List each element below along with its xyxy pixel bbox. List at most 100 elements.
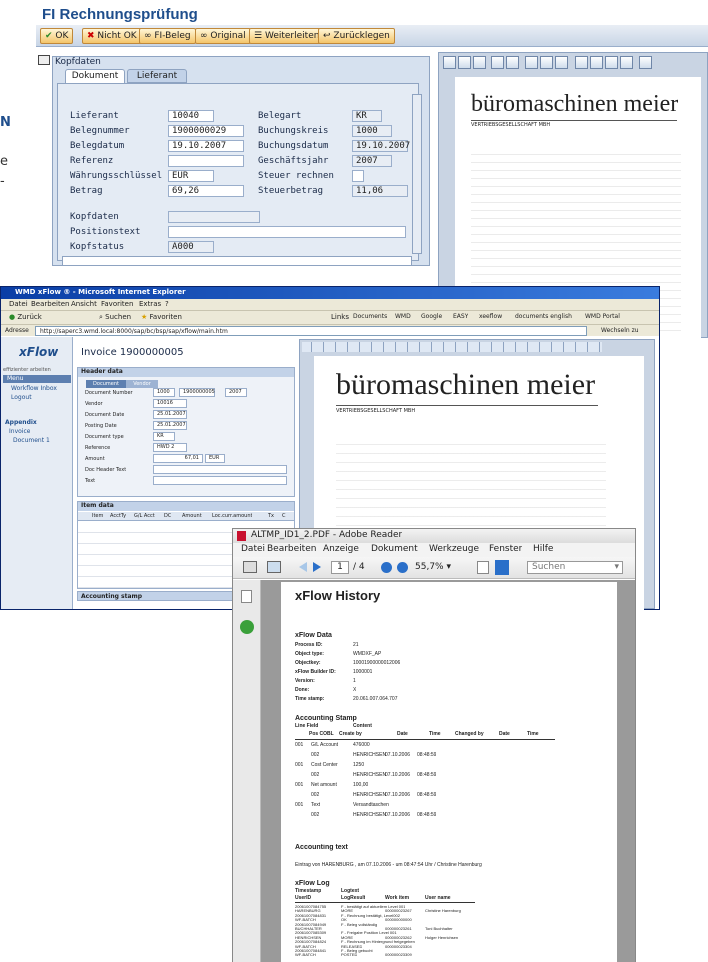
back-button[interactable]: ● Zurück bbox=[9, 313, 42, 321]
amount-field[interactable]: 67,01 bbox=[153, 454, 203, 463]
vertical-scrollbar[interactable] bbox=[412, 94, 422, 254]
page2-icon[interactable] bbox=[540, 56, 553, 69]
link-documents-english[interactable]: documents english bbox=[515, 313, 572, 320]
tab-lieferant[interactable]: Lieferant bbox=[127, 69, 187, 83]
text-field[interactable] bbox=[153, 476, 287, 485]
menu-bearbeiten[interactable]: Bearbeiten bbox=[31, 300, 69, 308]
save-icon[interactable] bbox=[458, 56, 471, 69]
pages-icon[interactable] bbox=[241, 590, 252, 603]
document-type-field[interactable]: KR bbox=[153, 432, 175, 441]
kopfstatus-field[interactable]: A000 bbox=[168, 241, 214, 253]
fit-page-icon[interactable] bbox=[477, 561, 489, 574]
appendix-invoice[interactable]: Invoice bbox=[9, 428, 30, 435]
ok-button[interactable]: ✔ OK bbox=[40, 28, 74, 44]
link-wmd[interactable]: WMD bbox=[395, 313, 411, 320]
favorites-button[interactable]: ★ Favoriten bbox=[141, 313, 182, 321]
menu-favoriten[interactable]: Favoriten bbox=[101, 300, 133, 308]
reference-field[interactable]: HWD 2 bbox=[153, 443, 187, 452]
reader-menu-anzeige[interactable]: Anzeige bbox=[323, 544, 359, 554]
menu-workflow-inbox[interactable]: Workflow Inbox bbox=[11, 385, 57, 392]
menu-extras[interactable]: Extras bbox=[139, 300, 161, 308]
company-code-field[interactable]: 1000 bbox=[153, 388, 175, 397]
hand-icon[interactable] bbox=[506, 56, 519, 69]
reader-menu-dokument[interactable]: Dokument bbox=[371, 544, 418, 554]
doc-number-field[interactable]: 1900000005 bbox=[179, 388, 215, 397]
invoice-title: Invoice 1900000005 bbox=[81, 347, 184, 358]
belegart-field[interactable]: KR bbox=[352, 110, 382, 122]
currency-field[interactable]: EUR bbox=[205, 454, 225, 463]
tab-vendor[interactable]: Vendor bbox=[126, 380, 158, 388]
betrag-field[interactable]: 69,26 bbox=[168, 185, 244, 197]
fi-beleg-button[interactable]: ∞ FI-Beleg bbox=[139, 28, 196, 44]
link-wmd-portal[interactable]: WMD Portal bbox=[585, 313, 620, 320]
page-number-input[interactable]: 1 bbox=[331, 561, 349, 574]
help-icon[interactable] bbox=[240, 620, 254, 634]
first-page-icon[interactable] bbox=[575, 56, 588, 69]
posting-date-field[interactable]: 25.01.2007 bbox=[153, 421, 187, 430]
next-page-icon[interactable] bbox=[605, 56, 618, 69]
last-page-icon[interactable] bbox=[620, 56, 633, 69]
kopfdaten-field[interactable] bbox=[168, 211, 260, 223]
share-icon[interactable] bbox=[267, 561, 281, 573]
appendix-document-1[interactable]: Document 1 bbox=[13, 437, 50, 444]
original-button[interactable]: ∞ Original bbox=[195, 28, 251, 44]
zoom-out-icon[interactable] bbox=[381, 562, 392, 573]
pdf-stamp-cell: 001 bbox=[295, 782, 304, 788]
print-icon[interactable] bbox=[443, 56, 456, 69]
reader-menu-bearbeiten[interactable]: Bearbeiten bbox=[267, 544, 316, 554]
lieferant-field[interactable]: 10040 bbox=[168, 110, 214, 122]
park-button[interactable]: ↩ Zurücklegen bbox=[318, 28, 395, 44]
link-google[interactable]: Google bbox=[421, 313, 442, 320]
geschaeftsjahr-field[interactable]: 2007 bbox=[352, 155, 392, 167]
belegdatum-field[interactable]: 19.10.2007 bbox=[168, 140, 244, 152]
menu-ansicht[interactable]: Ansicht bbox=[71, 300, 97, 308]
search-button[interactable]: ⌕ Suchen bbox=[99, 313, 131, 322]
menu-datei[interactable]: Datei bbox=[9, 300, 28, 308]
buchungskreis-field[interactable]: 1000 bbox=[352, 125, 392, 137]
copy-icon[interactable] bbox=[473, 56, 486, 69]
zoom-select[interactable]: 55,7% ▾ bbox=[415, 561, 461, 574]
fiscal-year-field[interactable]: 2007 bbox=[225, 388, 247, 397]
link-documents[interactable]: Documents bbox=[353, 313, 387, 320]
document-date-field[interactable]: 25.01.2007 bbox=[153, 410, 187, 419]
menu-help[interactable]: ? bbox=[165, 300, 169, 308]
steuer-rechnen-checkbox[interactable] bbox=[352, 170, 364, 182]
item-data-titlebar: Item data bbox=[78, 502, 294, 511]
info-icon[interactable] bbox=[639, 56, 652, 69]
prev-page-icon[interactable] bbox=[299, 562, 307, 572]
steuerbetrag-field[interactable]: 11,06 bbox=[352, 185, 408, 197]
expand-icon[interactable] bbox=[38, 55, 50, 65]
link-xeeflow[interactable]: xeeflow bbox=[479, 313, 502, 320]
reader-menu-werkzeuge[interactable]: Werkzeuge bbox=[429, 544, 479, 554]
link-easy[interactable]: EASY bbox=[453, 313, 468, 320]
waehrung-field[interactable]: EUR bbox=[168, 170, 214, 182]
next-page-icon[interactable] bbox=[313, 562, 321, 572]
reader-menu-fenster[interactable]: Fenster bbox=[489, 544, 522, 554]
forward-button[interactable]: ☰ Weiterleiten bbox=[249, 28, 325, 44]
buchungsdatum-field[interactable]: 19.10.2007 bbox=[352, 140, 410, 152]
menu-logout[interactable]: Logout bbox=[11, 394, 32, 401]
pdf-stamp-cell: 002 bbox=[311, 752, 320, 758]
doc-header-text-field[interactable] bbox=[153, 465, 287, 474]
address-input[interactable]: http://saperc3.wmd.local:8000/sap/bc/bsp… bbox=[35, 326, 587, 336]
zoom-icon[interactable] bbox=[491, 56, 504, 69]
page-icon[interactable] bbox=[525, 56, 538, 69]
referenz-field[interactable] bbox=[168, 155, 244, 167]
fit-icon[interactable] bbox=[555, 56, 568, 69]
vendor-field[interactable]: 10016 bbox=[153, 399, 187, 408]
prev-page-icon[interactable] bbox=[590, 56, 603, 69]
horizontal-scrollbar[interactable] bbox=[62, 256, 412, 266]
not-ok-button[interactable]: ✖ Nicht OK bbox=[82, 28, 142, 44]
reader-menu-hilfe[interactable]: Hilfe bbox=[533, 544, 553, 554]
belegnummer-field[interactable]: 1900000029 bbox=[168, 125, 244, 137]
go-button[interactable]: Wechseln zu bbox=[601, 327, 639, 334]
full-screen-icon[interactable] bbox=[495, 560, 509, 575]
reader-menu-datei[interactable]: Datei bbox=[241, 544, 265, 554]
pdf-log-cell: 000000023304 bbox=[385, 943, 412, 949]
zoom-in-icon[interactable] bbox=[397, 562, 408, 573]
positionstext-field[interactable] bbox=[168, 226, 406, 238]
search-input[interactable]: Suchen ▾ bbox=[527, 561, 623, 574]
tab-dokument[interactable]: Dokument bbox=[65, 69, 125, 83]
print-icon[interactable] bbox=[243, 561, 257, 573]
tab-document[interactable]: Document bbox=[86, 380, 126, 388]
